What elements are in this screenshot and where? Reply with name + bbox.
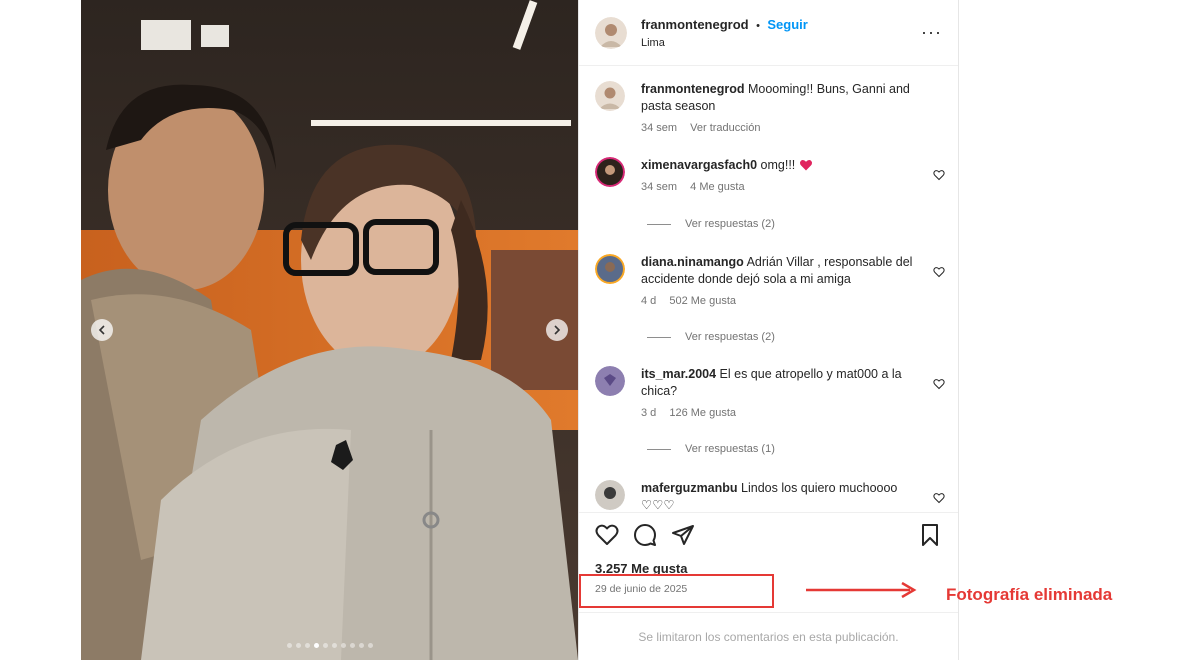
translate-link[interactable]: Ver traducción — [690, 122, 760, 134]
carousel-dot — [322, 643, 328, 648]
caption-author-avatar[interactable] — [595, 81, 625, 111]
comment-username[interactable]: ximenavargasfach0 — [641, 158, 757, 172]
view-replies-button[interactable]: Ver respuestas (2) — [647, 218, 775, 230]
carousel-indicator — [81, 643, 578, 648]
caption-username[interactable]: franmontenegrod — [641, 82, 744, 96]
view-replies-button[interactable]: Ver respuestas (1) — [647, 443, 775, 455]
carousel-dot — [358, 643, 364, 648]
chevron-left-icon — [98, 325, 105, 335]
view-replies-label: Ver respuestas (2) — [685, 218, 775, 230]
carousel-prev-button[interactable] — [91, 319, 113, 341]
comment-username[interactable]: maferguzmanbu — [641, 481, 738, 495]
carousel-dot — [349, 643, 355, 648]
carousel-dot — [340, 643, 346, 648]
post-side-panel: franmontenegrod • Seguir Lima ··· franmo… — [578, 0, 959, 660]
commenter-avatar[interactable] — [595, 254, 625, 284]
commenter-avatar[interactable] — [595, 157, 625, 187]
author-username[interactable]: franmontenegrod — [641, 17, 749, 32]
comment-item: diana.ninamango Adrián Villar , responsa… — [595, 254, 945, 309]
caption-time: 34 sem — [641, 121, 678, 134]
comment-time: 4 d — [641, 294, 657, 307]
arrow-right-icon — [806, 582, 917, 598]
replies-line — [647, 223, 671, 225]
post-location[interactable]: Lima — [641, 37, 808, 51]
chevron-right-icon — [554, 325, 561, 335]
like-comment-icon[interactable] — [933, 266, 945, 278]
author-avatar[interactable] — [595, 16, 627, 49]
comment-likes[interactable]: 502 Me gusta — [669, 295, 736, 307]
post-header: franmontenegrod • Seguir Lima ··· — [579, 0, 958, 66]
comment-likes[interactable]: 4 Me gusta — [690, 181, 744, 193]
header-separator: • — [756, 19, 760, 32]
carousel-dot — [304, 643, 310, 648]
comment-text: omg!!! — [760, 158, 796, 172]
carousel-dot — [295, 643, 301, 648]
replies-line — [647, 336, 671, 338]
like-comment-icon[interactable] — [933, 378, 945, 390]
comment-time: 3 d — [641, 406, 657, 419]
comment-username[interactable]: its_mar.2004 — [641, 367, 716, 381]
like-icon[interactable] — [595, 523, 619, 547]
save-bookmark-icon[interactable] — [918, 523, 942, 547]
carousel-dot — [367, 643, 373, 648]
comment-likes[interactable]: 126 Me gusta — [669, 407, 736, 419]
comment-item: its_mar.2004 El es que atropello y mat00… — [595, 366, 945, 421]
comment-item: ximenavargasfach0 omg!!! 34 sem 4 Me gus… — [595, 157, 945, 195]
annotation-label: Fotografía eliminada — [946, 585, 1113, 604]
comment-item: maferguzmanbu Lindos los quiero muchoooo… — [595, 480, 945, 510]
view-replies-label: Ver respuestas (1) — [685, 443, 775, 455]
more-options-button[interactable]: ··· — [921, 22, 942, 43]
caption: franmontenegrod Moooming!! Buns, Ganni a… — [595, 81, 945, 136]
photo-illustration — [81, 0, 578, 660]
share-icon[interactable] — [671, 523, 695, 547]
view-replies-label: Ver respuestas (2) — [685, 331, 775, 343]
comment-time: 34 sem — [641, 180, 678, 193]
carousel-dot — [286, 643, 292, 648]
comments-list[interactable]: franmontenegrod Moooming!! Buns, Ganni a… — [579, 67, 958, 510]
comment-username[interactable]: diana.ninamango — [641, 255, 744, 269]
comment-icon[interactable] — [633, 523, 657, 547]
follow-button[interactable]: Seguir — [767, 17, 807, 32]
post-photo — [81, 0, 578, 660]
view-replies-button[interactable]: Ver respuestas (2) — [647, 331, 775, 343]
like-comment-icon[interactable] — [933, 169, 945, 181]
like-comment-icon[interactable] — [933, 492, 945, 504]
comments-limited-notice: Se limitaron los comentarios en esta pub… — [579, 612, 958, 661]
replies-line — [647, 448, 671, 450]
carousel-dot — [313, 643, 319, 648]
carousel-next-button[interactable] — [546, 319, 568, 341]
commenter-avatar[interactable] — [595, 480, 625, 510]
commenter-avatar[interactable] — [595, 366, 625, 396]
red-heart-emoji-icon — [799, 160, 812, 171]
date-highlight-box — [579, 574, 774, 608]
carousel-dot — [331, 643, 337, 648]
post-actions: 3.257 Me gusta 29 de junio de 2025 — [579, 512, 958, 595]
